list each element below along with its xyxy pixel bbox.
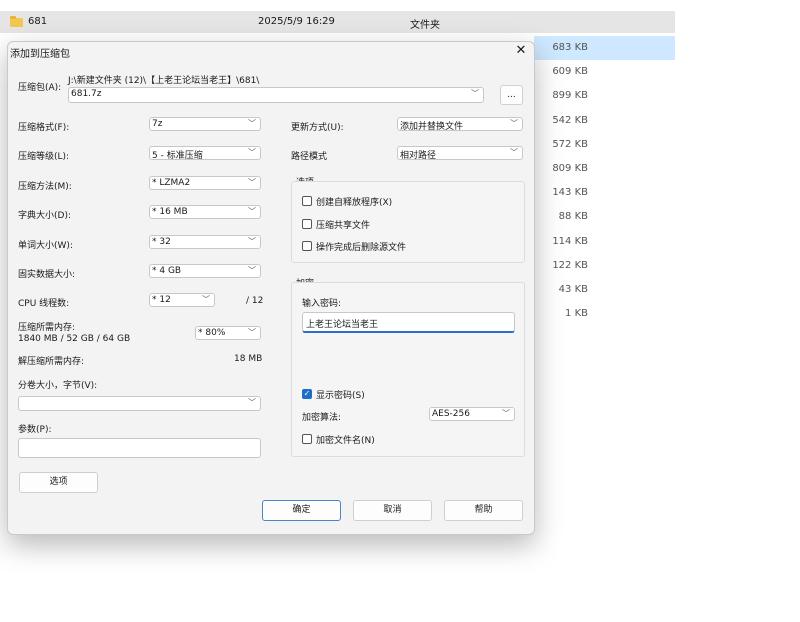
shared-checkbox[interactable] [302, 219, 312, 229]
folder-name: 681 [28, 16, 48, 27]
chevron-down-icon: ﹀ [248, 178, 256, 187]
file-size[interactable]: 114 KB [534, 230, 675, 254]
chevron-down-icon: ﹀ [202, 295, 210, 304]
solid-value: * 4 GB [152, 266, 182, 276]
delete-label: 操作完成后删除源文件 [316, 243, 407, 253]
encrypt-names-checkbox[interactable] [302, 434, 312, 444]
chevron-down-icon: ﹀ [510, 148, 518, 157]
mem-detail: 1840 MB / 52 GB / 64 GB [18, 334, 131, 344]
level-label: 压缩等级(L): [18, 152, 70, 162]
chevron-down-icon: ﹀ [248, 148, 256, 157]
delete-checkbox[interactable] [302, 241, 312, 251]
volume-select[interactable]: ﹀ [18, 396, 261, 411]
archive-path: J:\新建文件夹 (12)\【上老王论坛当老王】\681\ [68, 76, 260, 86]
path-mode-label: 路径模式 [291, 152, 328, 162]
mem-label: 压缩所需内存: [18, 323, 76, 333]
file-size[interactable]: 88 KB [534, 205, 675, 229]
password-label: 输入密码: [302, 299, 342, 309]
folder-type: 文件夹 [410, 20, 440, 31]
chevron-down-icon: ﹀ [248, 207, 256, 216]
format-select[interactable]: 7z ﹀ [149, 117, 261, 131]
format-label: 压缩格式(F): [18, 123, 70, 133]
sfx-label: 创建自释放程序(X) [316, 198, 393, 208]
update-value: 添加并替换文件 [400, 122, 464, 132]
dict-value: * 16 MB [152, 207, 188, 217]
dialog-title: 添加到压缩包 [10, 49, 70, 60]
options-group: 创建自释放程序(X) 压缩共享文件 操作完成后删除源文件 [291, 181, 525, 263]
archive-name-combo[interactable]: 681.7z ﹀ [68, 87, 484, 103]
close-icon[interactable]: ✕ [514, 43, 528, 59]
method-value: * LZMA2 [152, 178, 191, 188]
cpu-label: CPU 线程数: [18, 299, 70, 309]
folder-icon [10, 16, 23, 27]
decomp-label: 解压缩所需内存: [18, 357, 85, 367]
method-select[interactable]: * LZMA2 ﹀ [149, 176, 261, 190]
level-value: 5 - 标准压缩 [152, 151, 203, 161]
mem-value: * 80% [198, 328, 226, 338]
enc-method-label: 加密算法: [302, 413, 342, 423]
chevron-down-icon: ﹀ [471, 89, 479, 98]
mem-select[interactable]: * 80% ﹀ [195, 326, 261, 340]
chevron-down-icon: ﹀ [248, 237, 256, 246]
help-button[interactable]: 帮助 [444, 500, 523, 521]
level-select[interactable]: 5 - 标准压缩 ﹀ [149, 146, 261, 161]
chevron-down-icon: ﹀ [248, 119, 256, 128]
decomp-value: 18 MB [234, 354, 263, 364]
format-value: 7z [152, 119, 163, 129]
volume-label: 分卷大小，字节(V): [18, 381, 98, 391]
archive-label: 压缩包(A): [18, 83, 62, 93]
cpu-value: * 12 [152, 295, 171, 305]
file-size[interactable]: 542 KB [534, 109, 675, 133]
file-size[interactable]: 572 KB [534, 133, 675, 157]
file-size[interactable]: 609 KB [534, 60, 675, 84]
method-label: 压缩方法(M): [18, 182, 72, 192]
file-size[interactable]: 43 KB [534, 278, 675, 302]
enc-method-select[interactable]: AES-256 ﹀ [429, 407, 515, 421]
update-select[interactable]: 添加并替换文件 ﹀ [397, 117, 523, 132]
update-label: 更新方式(U): [291, 123, 344, 133]
password-value: 上老王论坛当老王 [306, 320, 379, 330]
folder-row[interactable]: 681 2025/5/9 16:29 文件夹 [0, 11, 675, 33]
password-input[interactable]: 上老王论坛当老王 [302, 312, 515, 333]
cpu-select[interactable]: * 12 ﹀ [149, 293, 215, 307]
dict-label: 字典大小(D): [18, 211, 71, 221]
chevron-down-icon: ﹀ [502, 409, 510, 418]
chevron-down-icon: ﹀ [248, 266, 256, 275]
options-button[interactable]: 选项 [19, 472, 98, 493]
word-label: 单词大小(W): [18, 241, 73, 251]
file-size[interactable]: 143 KB [534, 181, 675, 205]
solid-select[interactable]: * 4 GB ﹀ [149, 264, 261, 278]
word-value: * 32 [152, 237, 171, 247]
chevron-down-icon: ﹀ [510, 119, 518, 128]
path-mode-select[interactable]: 相对路径 ﹀ [397, 146, 523, 161]
add-to-archive-dialog: 添加到压缩包 ✕ 压缩包(A): J:\新建文件夹 (12)\【上老王论坛当老王… [7, 41, 535, 535]
dict-select[interactable]: * 16 MB ﹀ [149, 205, 261, 219]
encryption-group: 输入密码: 上老王论坛当老王 ✓ 显示密码(S) 加密算法: AES-256 ﹀… [291, 282, 525, 457]
chevron-down-icon: ﹀ [248, 398, 256, 407]
ok-button[interactable]: 确定 [262, 500, 341, 521]
check-icon[interactable]: ✓ [302, 389, 312, 399]
encrypt-names-label: 加密文件名(N) [316, 436, 375, 446]
sfx-checkbox[interactable] [302, 196, 312, 206]
params-input[interactable] [18, 438, 261, 458]
chevron-down-icon: ﹀ [248, 328, 256, 337]
file-size[interactable]: 1 KB [534, 302, 675, 326]
folder-date: 2025/5/9 16:29 [258, 16, 335, 27]
file-size[interactable]: 899 KB [534, 84, 675, 108]
size-column: 683 KB 609 KB 899 KB 542 KB 572 KB 809 K… [534, 36, 675, 326]
browse-button[interactable]: ... [500, 85, 523, 105]
word-select[interactable]: * 32 ﹀ [149, 235, 261, 249]
show-password-label: 显示密码(S) [316, 391, 365, 401]
shared-label: 压缩共享文件 [316, 221, 371, 231]
cpu-max: / 12 [246, 296, 264, 306]
params-label: 参数(P): [18, 425, 52, 435]
cancel-button[interactable]: 取消 [353, 500, 432, 521]
file-size[interactable]: 683 KB [534, 36, 675, 61]
archive-name-value: 681.7z [71, 89, 102, 99]
solid-label: 固实数据大小: [18, 270, 76, 280]
enc-method-value: AES-256 [432, 409, 470, 419]
file-size[interactable]: 809 KB [534, 157, 675, 181]
file-size[interactable]: 122 KB [534, 254, 675, 278]
path-mode-value: 相对路径 [400, 151, 437, 161]
